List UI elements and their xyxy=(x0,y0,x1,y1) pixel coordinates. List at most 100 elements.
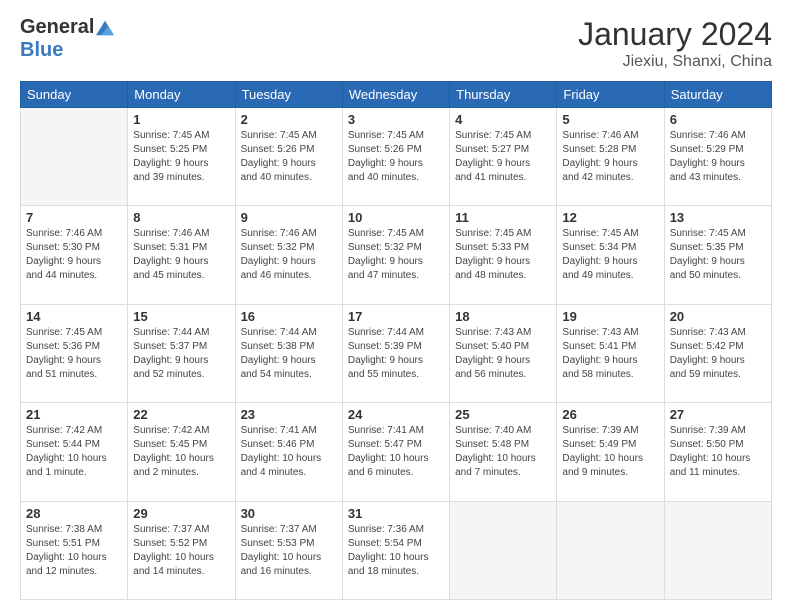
day-number: 10 xyxy=(348,210,444,225)
day-info: Sunrise: 7:43 AMSunset: 5:40 PMDaylight:… xyxy=(455,326,551,382)
header-tuesday: Tuesday xyxy=(235,82,342,108)
day-number: 16 xyxy=(241,309,337,324)
location: Jiexiu, Shanxi, China xyxy=(578,53,772,71)
day-info: Sunrise: 7:42 AMSunset: 5:45 PMDaylight:… xyxy=(133,424,229,480)
week-row-0: 1 Sunrise: 7:45 AMSunset: 5:25 PMDaylight… xyxy=(21,108,772,206)
calendar-cell: 17 Sunrise: 7:44 AMSunset: 5:39 PMDayligh… xyxy=(342,304,449,402)
day-number: 24 xyxy=(348,407,444,422)
day-info: Sunrise: 7:45 AMSunset: 5:26 PMDaylight:… xyxy=(348,129,444,185)
calendar-cell: 16 Sunrise: 7:44 AMSunset: 5:38 PMDayligh… xyxy=(235,304,342,402)
day-number: 14 xyxy=(26,309,122,324)
day-number: 31 xyxy=(348,506,444,521)
day-info: Sunrise: 7:46 AMSunset: 5:29 PMDaylight:… xyxy=(670,129,766,185)
week-row-4: 28Sunrise: 7:38 AMSunset: 5:51 PMDayligh… xyxy=(21,501,772,599)
day-number: 30 xyxy=(241,506,337,521)
calendar-cell: 20Sunrise: 7:43 AMSunset: 5:42 PMDayligh… xyxy=(664,304,771,402)
logo-icon xyxy=(96,19,114,37)
calendar-cell: 22 Sunrise: 7:42 AMSunset: 5:45 PMDayligh… xyxy=(128,403,235,501)
calendar-cell: 11Sunrise: 7:45 AMSunset: 5:33 PMDayligh… xyxy=(450,206,557,304)
day-info: Sunrise: 7:46 AMSunset: 5:32 PMDaylight:… xyxy=(241,227,337,283)
day-number: 27 xyxy=(670,407,766,422)
day-info: Sunrise: 7:45 AMSunset: 5:32 PMDaylight:… xyxy=(348,227,444,283)
day-info: Sunrise: 7:37 AMSunset: 5:53 PMDaylight:… xyxy=(241,523,337,579)
calendar-cell: 23 Sunrise: 7:41 AMSunset: 5:46 PMDayligh… xyxy=(235,403,342,501)
day-number: 23 xyxy=(241,407,337,422)
day-info: Sunrise: 7:45 AMSunset: 5:27 PMDaylight:… xyxy=(455,129,551,185)
day-number: 1 xyxy=(133,112,229,127)
calendar-cell: 7 Sunrise: 7:46 AMSunset: 5:30 PMDaylight… xyxy=(21,206,128,304)
day-info: Sunrise: 7:46 AMSunset: 5:31 PMDaylight:… xyxy=(133,227,229,283)
day-number: 9 xyxy=(241,210,337,225)
calendar-cell: 18Sunrise: 7:43 AMSunset: 5:40 PMDayligh… xyxy=(450,304,557,402)
calendar-cell: 15Sunrise: 7:44 AMSunset: 5:37 PMDayligh… xyxy=(128,304,235,402)
title-section: January 2024 Jiexiu, Shanxi, China xyxy=(578,16,772,71)
day-info: Sunrise: 7:39 AMSunset: 5:50 PMDaylight:… xyxy=(670,424,766,480)
day-number: 4 xyxy=(455,112,551,127)
day-info: Sunrise: 7:45 AMSunset: 5:36 PMDaylight:… xyxy=(26,326,122,382)
day-info: Sunrise: 7:45 AMSunset: 5:34 PMDaylight:… xyxy=(562,227,658,283)
calendar-cell xyxy=(450,501,557,599)
calendar-cell: 6 Sunrise: 7:46 AMSunset: 5:29 PMDaylight… xyxy=(664,108,771,206)
week-row-3: 21Sunrise: 7:42 AMSunset: 5:44 PMDayligh… xyxy=(21,403,772,501)
day-info: Sunrise: 7:41 AMSunset: 5:47 PMDaylight:… xyxy=(348,424,444,480)
day-info: Sunrise: 7:36 AMSunset: 5:54 PMDaylight:… xyxy=(348,523,444,579)
calendar-cell: 10 Sunrise: 7:45 AMSunset: 5:32 PMDayligh… xyxy=(342,206,449,304)
calendar-cell: 19Sunrise: 7:43 AMSunset: 5:41 PMDayligh… xyxy=(557,304,664,402)
day-info: Sunrise: 7:46 AMSunset: 5:30 PMDaylight:… xyxy=(26,227,122,283)
header: General Blue January 2024 Jiexiu, Shanxi… xyxy=(20,16,772,71)
day-number: 26 xyxy=(562,407,658,422)
calendar-cell: 5Sunrise: 7:46 AMSunset: 5:28 PMDaylight… xyxy=(557,108,664,206)
day-info: Sunrise: 7:45 AMSunset: 5:26 PMDaylight:… xyxy=(241,129,337,185)
day-info: Sunrise: 7:44 AMSunset: 5:38 PMDaylight:… xyxy=(241,326,337,382)
day-info: Sunrise: 7:45 AMSunset: 5:25 PMDaylight:… xyxy=(133,129,229,185)
calendar-cell: 2 Sunrise: 7:45 AMSunset: 5:26 PMDaylight… xyxy=(235,108,342,206)
calendar-cell: 14 Sunrise: 7:45 AMSunset: 5:36 PMDayligh… xyxy=(21,304,128,402)
header-saturday: Saturday xyxy=(664,82,771,108)
day-number: 25 xyxy=(455,407,551,422)
day-info: Sunrise: 7:46 AMSunset: 5:28 PMDaylight:… xyxy=(562,129,658,185)
calendar: Sunday Monday Tuesday Wednesday Thursday… xyxy=(20,81,772,600)
day-number: 3 xyxy=(348,112,444,127)
day-number: 8 xyxy=(133,210,229,225)
calendar-cell: 25 Sunrise: 7:40 AMSunset: 5:48 PMDayligh… xyxy=(450,403,557,501)
day-info: Sunrise: 7:37 AMSunset: 5:52 PMDaylight:… xyxy=(133,523,229,579)
day-number: 19 xyxy=(562,309,658,324)
calendar-cell xyxy=(664,501,771,599)
week-row-1: 7 Sunrise: 7:46 AMSunset: 5:30 PMDaylight… xyxy=(21,206,772,304)
page: General Blue January 2024 Jiexiu, Shanxi… xyxy=(0,0,792,612)
calendar-cell xyxy=(557,501,664,599)
calendar-header-row: Sunday Monday Tuesday Wednesday Thursday… xyxy=(21,82,772,108)
day-info: Sunrise: 7:41 AMSunset: 5:46 PMDaylight:… xyxy=(241,424,337,480)
month-title: January 2024 xyxy=(578,16,772,53)
day-info: Sunrise: 7:40 AMSunset: 5:48 PMDaylight:… xyxy=(455,424,551,480)
day-info: Sunrise: 7:38 AMSunset: 5:51 PMDaylight:… xyxy=(26,523,122,579)
day-number: 17 xyxy=(348,309,444,324)
calendar-cell: 9 Sunrise: 7:46 AMSunset: 5:32 PMDaylight… xyxy=(235,206,342,304)
calendar-cell: 3 Sunrise: 7:45 AMSunset: 5:26 PMDaylight… xyxy=(342,108,449,206)
day-number: 2 xyxy=(241,112,337,127)
calendar-cell: 31 Sunrise: 7:36 AMSunset: 5:54 PMDayligh… xyxy=(342,501,449,599)
header-friday: Friday xyxy=(557,82,664,108)
calendar-cell: 24 Sunrise: 7:41 AMSunset: 5:47 PMDayligh… xyxy=(342,403,449,501)
calendar-cell: 30 Sunrise: 7:37 AMSunset: 5:53 PMDayligh… xyxy=(235,501,342,599)
day-number: 15 xyxy=(133,309,229,324)
calendar-cell: 26Sunrise: 7:39 AMSunset: 5:49 PMDayligh… xyxy=(557,403,664,501)
day-number: 20 xyxy=(670,309,766,324)
logo-general-text: General xyxy=(20,16,94,39)
calendar-cell: 13Sunrise: 7:45 AMSunset: 5:35 PMDayligh… xyxy=(664,206,771,304)
calendar-cell: 28Sunrise: 7:38 AMSunset: 5:51 PMDayligh… xyxy=(21,501,128,599)
header-monday: Monday xyxy=(128,82,235,108)
calendar-cell: 8 Sunrise: 7:46 AMSunset: 5:31 PMDaylight… xyxy=(128,206,235,304)
day-number: 7 xyxy=(26,210,122,225)
calendar-cell: 29Sunrise: 7:37 AMSunset: 5:52 PMDayligh… xyxy=(128,501,235,599)
calendar-cell: 27 Sunrise: 7:39 AMSunset: 5:50 PMDayligh… xyxy=(664,403,771,501)
day-number: 21 xyxy=(26,407,122,422)
header-wednesday: Wednesday xyxy=(342,82,449,108)
day-number: 12 xyxy=(562,210,658,225)
calendar-cell: 1 Sunrise: 7:45 AMSunset: 5:25 PMDaylight… xyxy=(128,108,235,206)
day-number: 13 xyxy=(670,210,766,225)
day-info: Sunrise: 7:44 AMSunset: 5:39 PMDaylight:… xyxy=(348,326,444,382)
day-number: 6 xyxy=(670,112,766,127)
calendar-cell xyxy=(21,108,128,206)
day-number: 22 xyxy=(133,407,229,422)
